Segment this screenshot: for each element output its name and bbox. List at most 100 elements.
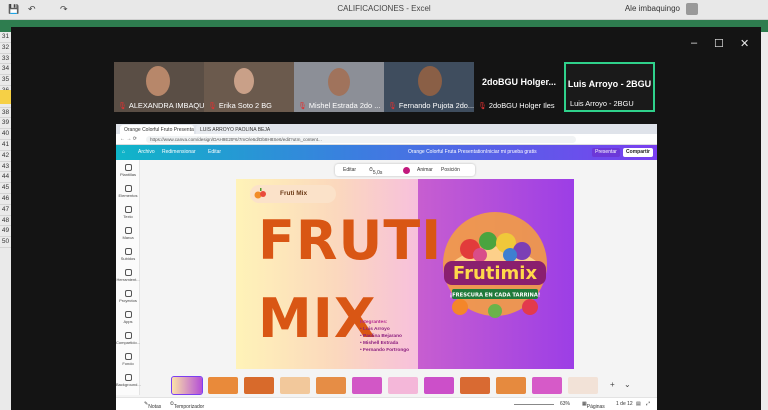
- slide-thumbnail[interactable]: [244, 377, 274, 394]
- excel-row-number[interactable]: 41: [0, 140, 11, 151]
- sidebar-item[interactable]: Background...: [116, 374, 141, 387]
- sidebar-item-icon: [124, 311, 132, 318]
- fullscreen-icon[interactable]: ⤢: [646, 401, 650, 407]
- pages-button[interactable]: ▦ Páginas: [582, 401, 605, 410]
- document-title[interactable]: Orange Colorful Fruta Presentation: [408, 149, 486, 155]
- animate-button[interactable]: Animar: [417, 167, 433, 173]
- share-button[interactable]: Compartir: [623, 148, 653, 157]
- slide-thumbnail[interactable]: [208, 377, 238, 394]
- participant-name: 🎙 Erika Soto 2 BG: [208, 101, 272, 110]
- page-counter: 1 de 12: [616, 401, 633, 407]
- members-list: Integrantes: • Luis Arroyo • Paolina Bej…: [360, 319, 409, 354]
- sidebar-item-label: Compartido...: [116, 340, 141, 345]
- sidebar-item-icon: [124, 353, 132, 360]
- excel-row-number[interactable]: 42: [0, 151, 11, 162]
- menu-item-archivo[interactable]: Archivo: [138, 149, 155, 155]
- member-item: • Paolina Bejarano: [360, 334, 402, 339]
- participant-tile[interactable]: 🎙 ALEXANDRA IMBAQU...: [114, 62, 204, 112]
- sidebar-item[interactable]: Marca: [116, 227, 140, 240]
- participant-tile[interactable]: 2doBGU Holger... 🎙 2doBGU Holger Iles: [474, 62, 564, 112]
- browser-tab-strip: Orange Colorful Fruto Presentatio... LUI…: [116, 124, 657, 134]
- avatar[interactable]: [686, 3, 698, 15]
- excel-row-number[interactable]: 32: [0, 43, 11, 54]
- slide-canvas[interactable]: Fruti Mix FRUTI MIX Integrantes: • Luis …: [236, 179, 574, 369]
- minimize-icon[interactable]: –: [691, 37, 697, 49]
- sidebar-item[interactable]: Compartido...: [116, 332, 140, 345]
- participant-tile-active-speaker[interactable]: Luis Arroyo - 2BGU Luis Arroyo - 2BGU: [564, 62, 655, 112]
- present-button[interactable]: Presentar: [592, 148, 620, 157]
- browser-tab[interactable]: LUIS ARROYO PAOLINA BEJARANO...: [196, 125, 270, 134]
- participant-tile[interactable]: 🎙 Mishel Estrada 2do ...: [294, 62, 384, 112]
- participant-name: 🎙 2doBGU Holger Iles: [478, 101, 555, 110]
- sidebar-item[interactable]: Plantillas: [116, 164, 140, 177]
- maximize-icon[interactable]: ☐: [714, 37, 724, 50]
- excel-row-number[interactable]: 33: [0, 54, 11, 65]
- excel-row-number[interactable]: 50: [0, 237, 11, 248]
- close-icon[interactable]: ✕: [740, 37, 749, 50]
- slide-thumbnail[interactable]: [388, 377, 418, 394]
- excel-row-number[interactable]: 45: [0, 183, 11, 194]
- fruit-logo-icon: [254, 188, 266, 199]
- canva-header: ⌂ Archivo Redimensionar Editar Orange Co…: [116, 145, 657, 160]
- menu-item-redimensionar[interactable]: Redimensionar: [162, 149, 196, 155]
- sidebar-item-icon: [124, 269, 132, 276]
- add-page-icon[interactable]: +: [610, 380, 615, 389]
- slide-badge: Fruti Mix: [250, 185, 336, 203]
- notes-button[interactable]: ✎ Notas: [144, 401, 161, 410]
- sidebar-item[interactable]: Proyectos: [116, 290, 140, 303]
- excel-row-number[interactable]: 34: [0, 64, 11, 76]
- sidebar-item[interactable]: Apps: [116, 311, 140, 324]
- participant-display-name: Luis Arroyo - 2BGU: [567, 79, 652, 89]
- zoom-slider[interactable]: [514, 404, 554, 405]
- timer-button[interactable]: ⏲ Temporizador: [170, 401, 204, 410]
- edit-button[interactable]: Editar: [343, 167, 356, 173]
- excel-row-number[interactable]: 44: [0, 172, 11, 184]
- slide-thumbnail[interactable]: [280, 377, 310, 394]
- excel-row-number[interactable]: 43: [0, 162, 11, 173]
- grid-view-icon[interactable]: ▤: [636, 401, 641, 407]
- sidebar-item-label: Marca: [122, 235, 134, 240]
- excel-row-number[interactable]: 39: [0, 118, 11, 130]
- home-icon[interactable]: ⌂: [122, 149, 125, 155]
- menu-item-editar[interactable]: Editar: [208, 149, 221, 155]
- duration-button[interactable]: ⏱ 5,0s: [369, 167, 382, 176]
- zoom-level[interactable]: 63%: [560, 401, 570, 407]
- slide-thumbnail[interactable]: [568, 377, 598, 394]
- sidebar-item[interactable]: Subidos: [116, 248, 140, 261]
- excel-row-number[interactable]: 38: [0, 108, 11, 119]
- excel-row-number[interactable]: 46: [0, 194, 11, 205]
- chevron-down-icon[interactable]: ⌄: [624, 380, 631, 389]
- sidebar-item-label: Subidos: [120, 256, 136, 261]
- participant-tile[interactable]: 🎙 Fernando Pujota 2do...: [384, 62, 474, 112]
- excel-row-number[interactable]: 47: [0, 205, 11, 216]
- slide-thumbnail[interactable]: [532, 377, 562, 394]
- slide-thumbnail[interactable]: [460, 377, 490, 394]
- sidebar-item[interactable]: Herramient...: [116, 269, 140, 282]
- position-button[interactable]: Posición: [441, 167, 460, 173]
- slide-thumbnail[interactable]: [496, 377, 526, 394]
- sidebar-item[interactable]: Texto: [116, 206, 140, 219]
- browser-address-bar: ← → ⟳ https://www.canva.com/design/DAH9E…: [116, 134, 657, 145]
- browser-tab[interactable]: Orange Colorful Fruto Presentatio...: [120, 125, 194, 134]
- slide-thumbnail-strip: + ⌄: [164, 376, 634, 395]
- slide-thumbnail[interactable]: [316, 377, 346, 394]
- excel-row-number[interactable]: 48: [0, 216, 11, 227]
- excel-row-number[interactable]: 35: [0, 75, 11, 86]
- sidebar-item-label: Plantillas: [119, 172, 136, 177]
- slide-thumbnail[interactable]: [424, 377, 454, 394]
- sidebar-item[interactable]: Elementos: [116, 185, 140, 198]
- nav-arrows-icon[interactable]: ← → ⟳: [120, 136, 137, 142]
- color-swatch[interactable]: [403, 167, 410, 174]
- slide-thumbnail[interactable]: [171, 376, 203, 395]
- participant-tile[interactable]: 🎙 Erika Soto 2 BG: [204, 62, 294, 112]
- canva-status-bar: ✎ Notas ⏲ Temporizador 63% ▦ Páginas 1 d…: [116, 397, 657, 410]
- excel-row-number[interactable]: 31: [0, 32, 11, 43]
- sidebar-item-icon: [124, 206, 132, 213]
- url-field[interactable]: https://www.canva.com/design/DAH9E2tF6/7…: [146, 136, 576, 143]
- sidebar-item-icon: [124, 227, 132, 234]
- sidebar-item[interactable]: Fondo: [116, 353, 140, 366]
- excel-row-number[interactable]: 49: [0, 226, 11, 238]
- excel-row-number[interactable]: 40: [0, 129, 11, 140]
- slide-thumbnail[interactable]: [352, 377, 382, 394]
- trial-link[interactable]: Iniciar mi prueba gratis: [486, 149, 537, 155]
